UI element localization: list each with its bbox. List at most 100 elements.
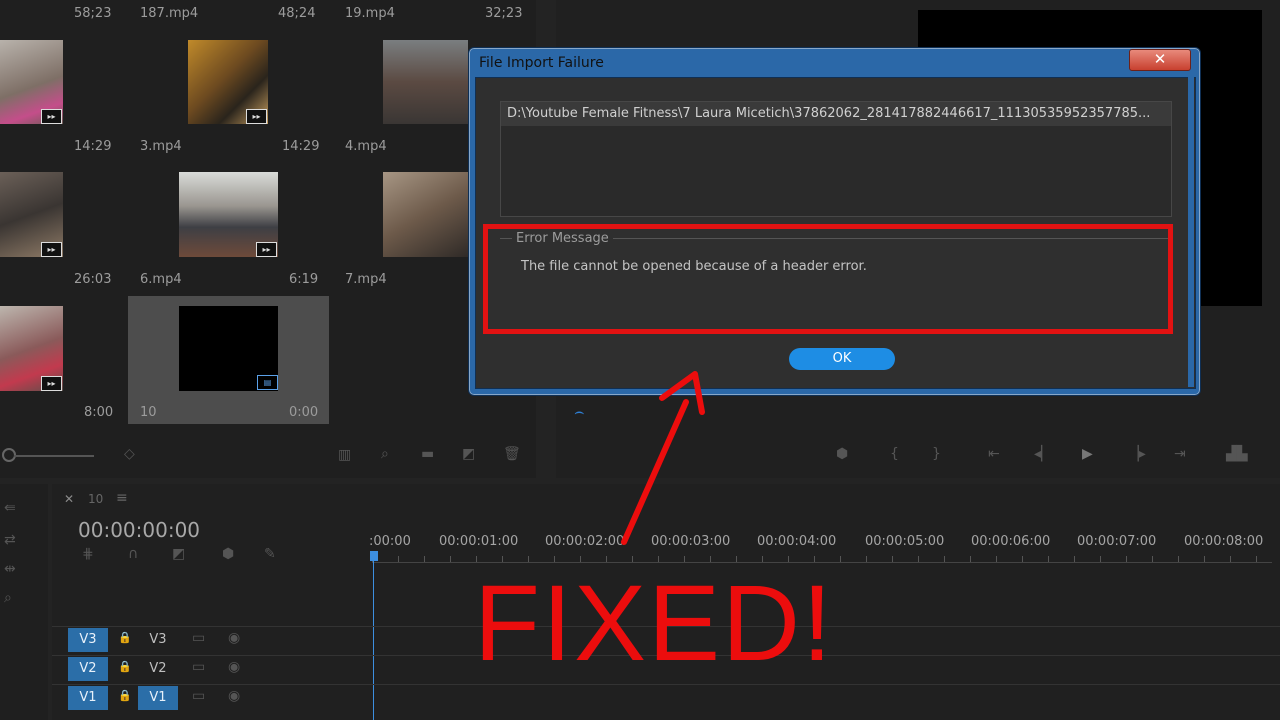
lock-icon[interactable]: 🔒 xyxy=(118,689,132,702)
mark-in-icon[interactable]: { xyxy=(890,446,899,462)
monitor-marker-icon[interactable]: ⌢ xyxy=(574,402,585,422)
fixed-overlay-text: FIXED! xyxy=(474,562,835,683)
project-panel: 58;23 187.mp4 48;24 19.mp4 32;23 ▸▸ ▸▸ 1… xyxy=(0,0,536,478)
clip-name[interactable]: 6.mp4 xyxy=(140,272,182,287)
track-target-v1[interactable]: V1 xyxy=(138,686,178,710)
automate-icon[interactable]: ▥ xyxy=(338,447,351,463)
add-marker-icon[interactable]: ◩ xyxy=(172,546,185,562)
lift-icon[interactable]: ▟▙ xyxy=(1226,446,1248,462)
slip-icon[interactable]: ⇹ xyxy=(4,561,16,577)
find-icon[interactable]: ⌕ xyxy=(381,446,389,462)
clip-badge-icon: ▸▸ xyxy=(41,376,62,391)
ruler-label: 00:00:05:00 xyxy=(865,534,945,549)
file-import-failure-dialog: File Import Failure ✕ D:\Youtube Female … xyxy=(468,47,1201,396)
error-highlight-box xyxy=(483,224,1173,334)
clip-thumbnail[interactable] xyxy=(383,172,468,257)
track-header-v3: V3 🔒 V3 ▭ ◉ xyxy=(68,628,248,652)
track-target-v2[interactable]: V2 xyxy=(138,657,178,681)
eye-icon[interactable]: ◉ xyxy=(228,659,240,675)
eye-icon[interactable]: ◉ xyxy=(228,688,240,704)
sequence-tab[interactable]: 10 xyxy=(88,492,103,506)
clip-duration: 58;23 xyxy=(74,6,112,21)
playhead-handle[interactable] xyxy=(370,551,378,561)
clip-thumbnail[interactable]: ▸▸ xyxy=(188,40,268,124)
clip-duration: 6:19 xyxy=(289,272,319,287)
failed-file-path[interactable]: D:\Youtube Female Fitness\7 Laura Miceti… xyxy=(501,102,1171,126)
clip-duration: 14:29 xyxy=(74,139,112,154)
lock-icon[interactable]: 🔒 xyxy=(118,660,132,673)
sequence-icon: ▤ xyxy=(257,375,278,390)
clip-thumbnail[interactable]: ▸▸ xyxy=(0,172,63,257)
ruler-label: 00:00:08:00 xyxy=(1184,534,1264,549)
zoom-icon[interactable]: ⌕ xyxy=(4,590,12,606)
ruler-label: 00:00:04:00 xyxy=(757,534,837,549)
ruler-label: 00:00:06:00 xyxy=(971,534,1051,549)
clip-duration: 14:29 xyxy=(282,139,320,154)
monitor-transport-controls: ⬢ { } ⇤ ◂▏ ▶ ▕▸ ⇥ ▟▙ xyxy=(836,446,1276,466)
mark-out-icon[interactable]: } xyxy=(932,446,941,462)
clip-name[interactable]: 187.mp4 xyxy=(140,6,198,21)
zoom-slider-track[interactable] xyxy=(14,455,94,457)
sort-icon[interactable]: ◇ xyxy=(124,446,135,462)
ruler-label: 00:00:07:00 xyxy=(1077,534,1157,549)
tools-panel: ⇚ ⇄ ⇹ ⌕ xyxy=(0,484,48,720)
clip-thumbnail[interactable]: ▸▸ xyxy=(179,172,278,257)
clip-name[interactable]: 19.mp4 xyxy=(345,6,395,21)
eye-icon[interactable]: ◉ xyxy=(228,630,240,646)
sync-lock-icon[interactable]: ▭ xyxy=(192,630,205,646)
source-patch-v1[interactable]: V1 xyxy=(68,686,108,710)
marker-icon[interactable]: ⬢ xyxy=(222,546,234,562)
clip-duration: 8:00 xyxy=(84,405,114,420)
panel-menu-icon[interactable]: ≡ xyxy=(116,490,128,506)
clip-duration: 0:00 xyxy=(289,405,319,420)
go-to-out-icon[interactable]: ⇥ xyxy=(1174,446,1186,462)
ripple-edit-icon[interactable]: ⇄ xyxy=(4,532,16,548)
step-back-icon[interactable]: ◂▏ xyxy=(1034,446,1052,462)
failed-files-list[interactable]: D:\Youtube Female Fitness\7 Laura Miceti… xyxy=(500,101,1172,217)
step-forward-icon[interactable]: ▕▸ xyxy=(1128,446,1146,462)
ruler-label: :00:00 xyxy=(369,534,411,549)
close-tab-icon[interactable]: ✕ xyxy=(64,492,74,506)
new-bin-icon[interactable]: ▬ xyxy=(421,446,434,462)
trash-icon[interactable]: 🗑 xyxy=(503,446,521,462)
clip-badge-icon: ▸▸ xyxy=(256,242,277,257)
track-target-v3[interactable]: V3 xyxy=(138,628,178,652)
track-header-v1: V1 🔒 V1 ▭ ◉ xyxy=(68,686,248,710)
linked-selection-icon[interactable]: ∩ xyxy=(128,546,138,562)
source-patch-v2[interactable]: V2 xyxy=(68,657,108,681)
sequence-thumbnail[interactable]: ▤ xyxy=(179,306,278,391)
clip-thumbnail[interactable] xyxy=(383,40,468,124)
project-toolbar: ◇ ▥ ⌕ ▬ ◩ 🗑 xyxy=(0,430,536,478)
source-patch-v3[interactable]: V3 xyxy=(68,628,108,652)
clip-name[interactable]: 4.mp4 xyxy=(345,139,387,154)
sync-lock-icon[interactable]: ▭ xyxy=(192,659,205,675)
go-to-in-icon[interactable]: ⇤ xyxy=(988,446,1000,462)
snap-icon[interactable]: ⋕ xyxy=(82,546,94,562)
timeline-timecode[interactable]: 00:00:00:00 xyxy=(78,518,200,542)
lock-icon[interactable]: 🔒 xyxy=(118,631,132,644)
wrench-icon[interactable]: ✎ xyxy=(264,546,276,562)
close-button[interactable]: ✕ xyxy=(1129,49,1191,71)
clip-thumbnail[interactable]: ▸▸ xyxy=(0,306,63,391)
dialog-scrollbar[interactable] xyxy=(1188,77,1194,387)
track-select-icon[interactable]: ⇚ xyxy=(4,500,16,516)
dialog-title: File Import Failure xyxy=(479,55,604,71)
add-marker-icon[interactable]: ⬢ xyxy=(836,446,848,462)
ok-button[interactable]: OK xyxy=(789,348,895,370)
clip-duration: 48;24 xyxy=(278,6,316,21)
clip-name[interactable]: 7.mp4 xyxy=(345,272,387,287)
clip-badge-icon: ▸▸ xyxy=(41,109,62,124)
play-icon[interactable]: ▶ xyxy=(1082,446,1093,462)
new-item-icon[interactable]: ◩ xyxy=(462,446,475,462)
clip-name[interactable]: 10 xyxy=(140,405,157,420)
clip-duration: 32;23 xyxy=(485,6,523,21)
ruler-label: 00:00:01:00 xyxy=(439,534,519,549)
clip-name[interactable]: 3.mp4 xyxy=(140,139,182,154)
sync-lock-icon[interactable]: ▭ xyxy=(192,688,205,704)
track-header-v2: V2 🔒 V2 ▭ ◉ xyxy=(68,657,248,681)
arrow-icon xyxy=(621,371,705,545)
clip-thumbnail[interactable]: ▸▸ xyxy=(0,40,63,124)
playhead-line xyxy=(373,560,374,720)
clip-duration: 26:03 xyxy=(74,272,112,287)
clip-badge-icon: ▸▸ xyxy=(246,109,267,124)
